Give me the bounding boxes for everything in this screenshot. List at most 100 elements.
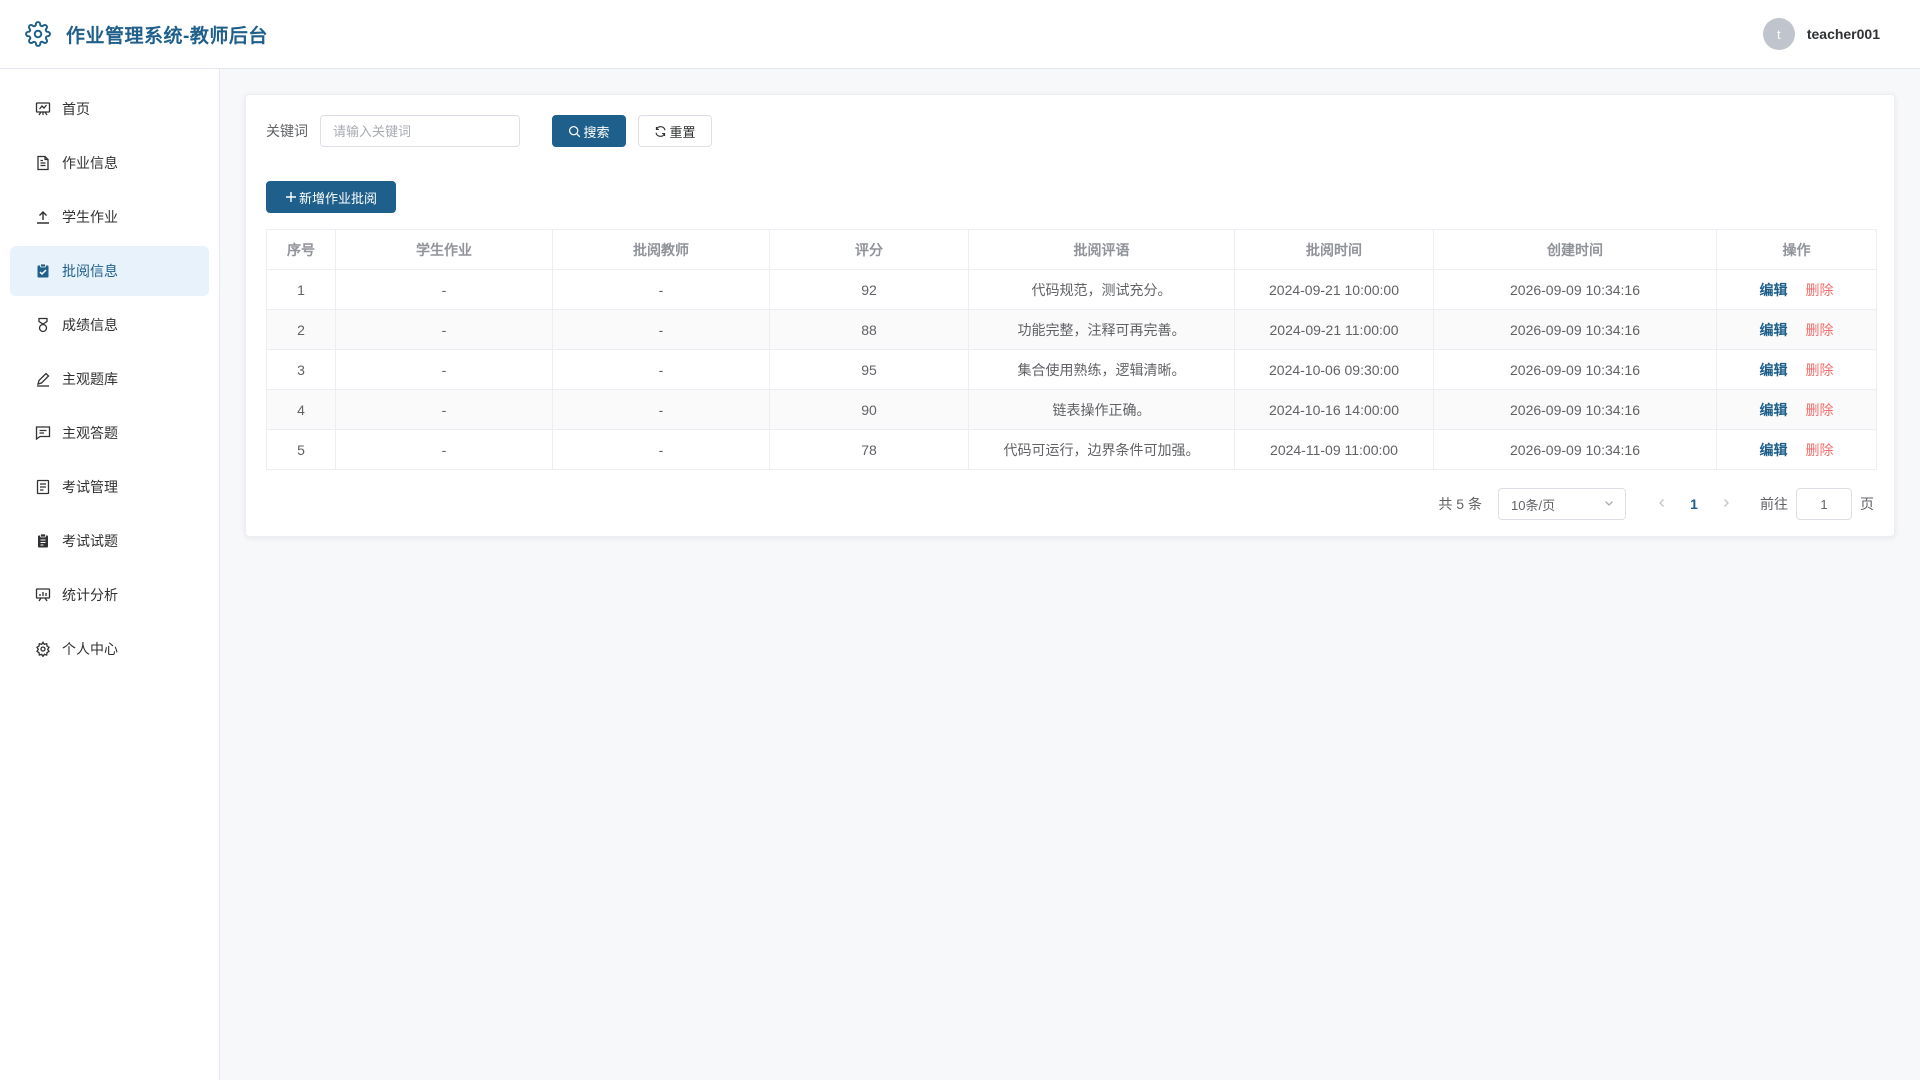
cell-created-time: 2026-09-09 10:34:16 <box>1433 269 1717 310</box>
column-header[interactable]: 创建时间 <box>1433 229 1717 270</box>
cell-teacher: - <box>552 309 770 350</box>
plus-icon <box>285 191 297 203</box>
column-header[interactable]: 批阅评语 <box>968 229 1235 270</box>
edit-link[interactable]: 编辑 <box>1760 402 1788 418</box>
delete-link[interactable]: 删除 <box>1806 282 1834 298</box>
add-review-button[interactable]: 新增作业批阅 <box>266 181 396 213</box>
setting-icon <box>34 640 52 658</box>
search-button[interactable]: 搜索 <box>552 115 626 147</box>
keyword-input[interactable] <box>320 115 520 147</box>
edit-link[interactable]: 编辑 <box>1760 322 1788 338</box>
sidebar-menu: 首页 作业信息 学生作业 批阅信息 成绩信息 主观题库 主观答题 考试管理 考试… <box>0 69 219 674</box>
cell-comment: 代码可运行，边界条件可加强。 <box>968 429 1235 470</box>
cell-created-time: 2026-09-09 10:34:16 <box>1433 429 1717 470</box>
cell-created-time: 2026-09-09 10:34:16 <box>1433 349 1717 390</box>
sidebar-item-label: 主观题库 <box>62 371 118 387</box>
notebook-icon <box>34 532 52 550</box>
refresh-icon <box>654 125 667 138</box>
cell-score: 95 <box>769 349 969 390</box>
sidebar-item-exam-questions[interactable]: 考试试题 <box>10 516 209 566</box>
prev-page-button[interactable] <box>1646 496 1678 512</box>
column-header[interactable]: 批阅时间 <box>1234 229 1434 270</box>
document-icon <box>34 154 52 172</box>
sidebar-item-subjective-bank[interactable]: 主观题库 <box>10 354 209 404</box>
content-card: 关键词 搜索 重置 新增作业批阅 序号 <box>245 94 1895 537</box>
total-count: 共 5 条 <box>1438 496 1482 512</box>
table-row: 5 - - 78 代码可运行，边界条件可加强。 2024-11-09 11:00… <box>266 429 1877 470</box>
sidebar-item-label: 统计分析 <box>62 587 118 603</box>
edit-pen-icon <box>34 370 52 388</box>
delete-link[interactable]: 删除 <box>1806 322 1834 338</box>
column-header[interactable]: 序号 <box>266 229 336 270</box>
cell-homework: - <box>335 309 553 350</box>
avatar[interactable]: t <box>1762 18 1795 50</box>
search-icon <box>568 125 581 138</box>
reset-button[interactable]: 重置 <box>638 115 712 147</box>
clipboard-check-icon <box>34 262 52 280</box>
sidebar-item-review-info[interactable]: 批阅信息 <box>10 246 209 296</box>
table-row: 2 - - 88 功能完整，注释可再完善。 2024-09-21 11:00:0… <box>266 309 1877 350</box>
sidebar-item-home[interactable]: 首页 <box>10 84 209 134</box>
cell-review-time: 2024-09-21 10:00:00 <box>1234 269 1434 310</box>
cell-comment: 功能完整，注释可再完善。 <box>968 309 1235 350</box>
next-page-button[interactable] <box>1710 496 1742 512</box>
presentation-board-icon <box>34 100 52 118</box>
page-size-select[interactable]: 10条/页 <box>1498 488 1626 520</box>
column-header[interactable]: 批阅教师 <box>552 229 770 270</box>
cell-no: 4 <box>266 389 336 430</box>
sidebar-item-exam-management[interactable]: 考试管理 <box>10 462 209 512</box>
sidebar-item-homework-info[interactable]: 作业信息 <box>10 138 209 188</box>
table-row: 3 - - 95 集合使用熟练，逻辑清晰。 2024-10-06 09:30:0… <box>266 349 1877 390</box>
user-menu[interactable]: t teacher001 <box>1762 18 1880 50</box>
chevron-down-icon <box>1603 497 1615 512</box>
sidebar-item-profile[interactable]: 个人中心 <box>10 624 209 674</box>
top-header: 作业管理系统-教师后台 t teacher001 <box>0 0 1920 69</box>
sidebar-item-label: 成绩信息 <box>62 317 118 333</box>
cell-teacher: - <box>552 389 770 430</box>
sidebar-item-label: 作业信息 <box>62 155 118 171</box>
column-header[interactable]: 评分 <box>769 229 969 270</box>
goto-label: 前往 <box>1760 496 1788 512</box>
cell-score: 88 <box>769 309 969 350</box>
cell-homework: - <box>335 429 553 470</box>
cell-actions: 编辑 删除 <box>1716 429 1877 470</box>
table-header-row: 序号 学生作业 批阅教师 评分 批阅评语 批阅时间 创建时间 操作 <box>266 229 1877 270</box>
brand: 作业管理系统-教师后台 <box>24 20 268 48</box>
cell-homework: - <box>335 269 553 310</box>
table-row: 4 - - 90 链表操作正确。 2024-10-16 14:00:00 202… <box>266 389 1877 430</box>
cell-actions: 编辑 删除 <box>1716 389 1877 430</box>
page-number-current[interactable]: 1 <box>1678 496 1710 512</box>
cell-score: 78 <box>769 429 969 470</box>
cell-created-time: 2026-09-09 10:34:16 <box>1433 389 1717 430</box>
sidebar-item-student-homework[interactable]: 学生作业 <box>10 192 209 242</box>
cell-no: 5 <box>266 429 336 470</box>
reset-button-label: 重置 <box>669 124 696 140</box>
tickets-icon <box>34 478 52 496</box>
sidebar-item-grade-info[interactable]: 成绩信息 <box>10 300 209 350</box>
table-row: 1 - - 92 代码规范，测试充分。 2024-09-21 10:00:00 … <box>266 269 1877 310</box>
app-title: 作业管理系统-教师后台 <box>66 25 268 47</box>
column-header: 操作 <box>1716 229 1877 270</box>
delete-link[interactable]: 删除 <box>1806 362 1834 378</box>
goto-page-input[interactable] <box>1796 488 1852 520</box>
medal-icon <box>34 316 52 334</box>
sidebar-item-statistics[interactable]: 统计分析 <box>10 570 209 620</box>
pagination: 共 5 条 10条/页 1 前往 页 <box>1438 488 1874 520</box>
sidebar-item-label: 主观答题 <box>62 425 118 441</box>
cell-homework: - <box>335 349 553 390</box>
page-size-value: 10条/页 <box>1511 497 1556 513</box>
delete-link[interactable]: 删除 <box>1806 402 1834 418</box>
column-header[interactable]: 学生作业 <box>335 229 553 270</box>
edit-link[interactable]: 编辑 <box>1760 362 1788 378</box>
delete-link[interactable]: 删除 <box>1806 442 1834 458</box>
edit-link[interactable]: 编辑 <box>1760 282 1788 298</box>
cell-comment: 集合使用熟练，逻辑清晰。 <box>968 349 1235 390</box>
cell-no: 1 <box>266 269 336 310</box>
username[interactable]: teacher001 <box>1807 26 1880 42</box>
edit-link[interactable]: 编辑 <box>1760 442 1788 458</box>
data-board-icon <box>34 586 52 604</box>
cell-no: 2 <box>266 309 336 350</box>
sidebar-item-subjective-answer[interactable]: 主观答题 <box>10 408 209 458</box>
cell-actions: 编辑 删除 <box>1716 309 1877 350</box>
cell-actions: 编辑 删除 <box>1716 269 1877 310</box>
